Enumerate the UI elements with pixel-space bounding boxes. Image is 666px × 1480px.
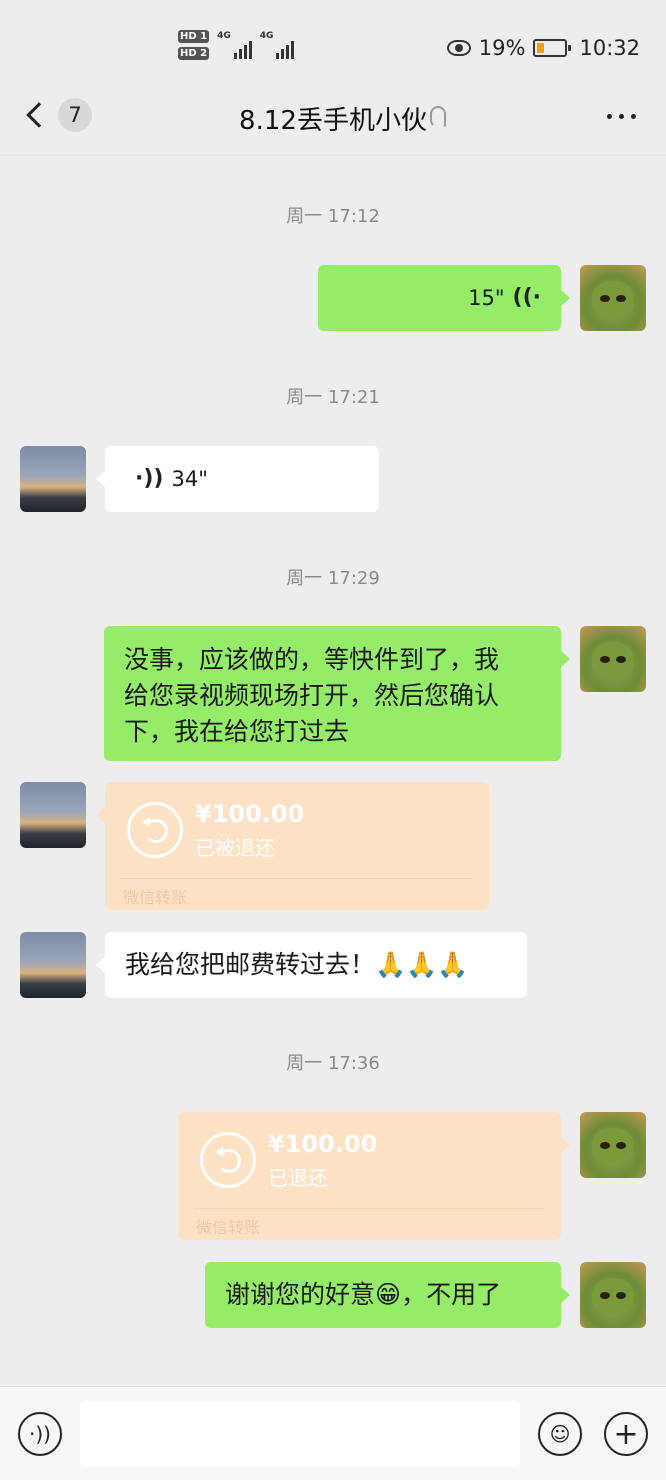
avatar-me[interactable] [580,626,646,692]
emoji-button[interactable]: ☺ [538,1412,582,1456]
avatar-me[interactable] [580,265,646,331]
chat-header: 7 8.12丢手机小伙 [0,92,666,156]
network-type-1: 4G [217,31,231,41]
voice-input-button[interactable]: ·)) [18,1412,62,1456]
hd-sim2-badge: HD 2 [178,47,210,60]
signal-group: HD 1 HD 2 4G 4G [178,30,295,60]
more-icon [607,114,612,119]
message-line: 给您录视频现场打开，然后您确认 [124,681,500,710]
refund-icon [200,1132,256,1188]
text-message-out[interactable]: 没事，应该做的，等快件到了，我 给您录视频现场打开，然后您确认 下，我在给您打过… [104,626,570,761]
network-type-2: 4G [259,31,274,41]
message-text: 我给您把邮费转过去！🙏🙏🙏 [125,950,469,979]
transfer-footer: 微信转账 [123,888,188,907]
signal-icon: 4G [217,31,252,59]
hd-sim1-badge: HD 1 [178,30,210,43]
transfer-amount: ¥100.00 [268,1130,378,1158]
transfer-footer: 微信转账 [196,1218,261,1237]
battery-icon [533,39,572,57]
message-line: 没事，应该做的，等快件到了，我 [124,645,500,674]
timestamp: 周一 17:36 [286,1053,380,1074]
transfer-status: 已退还 [268,1166,328,1190]
avatar-other[interactable] [20,932,86,998]
divider [194,1208,545,1209]
voice-message-out[interactable]: 15" ((· [318,265,570,331]
input-bar: ·)) ☺ + [0,1386,666,1480]
avatar-other[interactable] [20,446,86,512]
battery-percent: 19% [478,36,526,60]
status-bar: HD 1 HD 2 4G 4G 19% 10:32 [0,0,666,92]
ear-icon [430,106,446,128]
text-message-out[interactable]: 谢谢您的好意😁，不用了 [205,1262,570,1328]
refund-icon [127,802,183,858]
timestamp: 周一 17:21 [286,387,380,408]
voice-message-in[interactable]: ·)) 34" [96,446,379,512]
message-line: 下，我在给您打过去 [124,717,350,746]
plus-icon: + [613,1416,639,1452]
transfer-amount: ¥100.00 [195,800,305,828]
voice-wave-icon: ((· [512,285,541,310]
eye-icon [446,40,471,56]
voice-duration: 34" [171,467,208,491]
voice-duration: 15" [468,286,505,310]
text-message-in[interactable]: 我给您把邮费转过去！🙏🙏🙏 [96,932,527,998]
clock: 10:32 [579,36,640,60]
chat-title: 8.12丢手机小伙 [239,106,427,136]
signal-icon: 4G [260,31,295,59]
voice-input-icon: ·)) [29,1422,51,1446]
message-input[interactable] [80,1401,520,1467]
timestamp: 周一 17:12 [286,206,380,227]
transfer-card-out[interactable]: ¥100.00 已退还 微信转账 [178,1112,570,1240]
emoji-icon: ☺ [549,1422,571,1446]
voice-wave-icon: ·)) [135,466,164,491]
transfer-card-in[interactable]: ¥100.00 已被退还 微信转账 [96,782,489,910]
avatar-other[interactable] [20,782,86,848]
avatar-me[interactable] [580,1262,646,1328]
message-text: 谢谢您的好意😁，不用了 [225,1280,502,1309]
transfer-status: 已被退还 [195,836,275,860]
plus-button[interactable]: + [604,1412,648,1456]
avatar-me[interactable] [580,1112,646,1178]
more-button[interactable] [607,114,636,119]
timestamp: 周一 17:29 [286,568,380,589]
divider [121,878,473,879]
